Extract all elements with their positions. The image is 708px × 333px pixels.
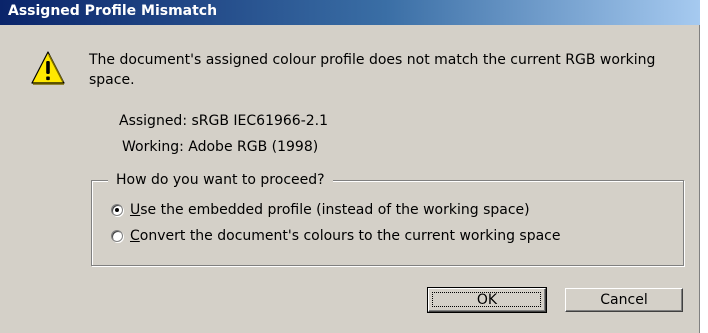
convert-colours-option[interactable]: Convert the document's colours to the cu…	[111, 227, 561, 245]
title-bar[interactable]: Assigned Profile Mismatch	[0, 0, 700, 25]
dialog-window: Assigned Profile Mismatch The document's…	[0, 0, 700, 333]
warning-icon	[31, 51, 65, 85]
ok-focus-rect	[432, 292, 541, 307]
use-embedded-profile-radio[interactable]	[111, 204, 123, 216]
cancel-button[interactable]: Cancel	[565, 288, 683, 312]
dialog-title: Assigned Profile Mismatch	[8, 3, 218, 19]
convert-colours-label[interactable]: Convert the document's colours to the cu…	[130, 227, 561, 245]
convert-colours-radio[interactable]	[111, 230, 123, 242]
assigned-profile-text: Assigned: sRGB IEC61966-2.1	[119, 113, 329, 129]
mismatch-message: The document's assigned colour profile d…	[89, 52, 656, 88]
use-embedded-profile-option[interactable]: Use the embedded profile (instead of the…	[111, 201, 530, 219]
proceed-group	[91, 180, 684, 266]
working-space-text: Working: Adobe RGB (1998)	[122, 139, 319, 155]
proceed-group-legend: How do you want to proceed?	[108, 171, 333, 189]
cancel-button-label: Cancel	[600, 292, 648, 308]
ok-button[interactable]: OK	[427, 287, 547, 313]
use-embedded-profile-label[interactable]: Use the embedded profile (instead of the…	[130, 201, 530, 219]
